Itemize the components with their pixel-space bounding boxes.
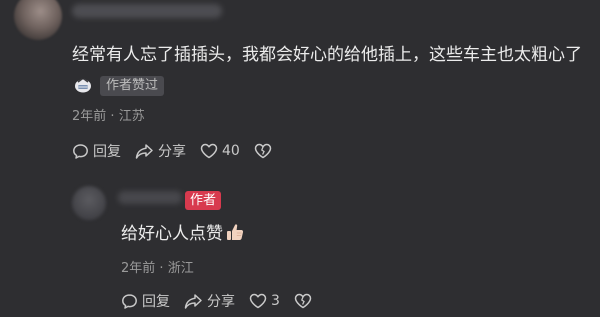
comment-actions: 回复 分享 40 [72,141,290,161]
share-arrow-icon [184,293,202,309]
share-arrow-icon [135,143,153,159]
grin-face-icon [74,73,92,93]
comment-location: 江苏 [118,109,145,124]
comment-time: 2年前 [72,109,107,124]
author-badge: 作者 [185,191,222,210]
thumbs-up-icon [225,222,245,242]
share-button[interactable]: 分享 [135,141,186,161]
reply-bubble-icon [122,293,137,309]
reply-label: 回复 [142,294,170,310]
reply-bubble-icon [73,143,88,159]
reply-text: 给好心人点赞 [121,224,223,244]
avatar[interactable] [14,0,62,40]
share-label: 分享 [158,144,186,160]
broken-heart-icon [294,293,312,309]
reply-button[interactable]: 回复 [121,291,170,311]
reply-time: 2年前 [121,261,156,276]
dislike-button[interactable] [294,293,316,309]
dislike-button[interactable] [254,143,276,159]
reply-location: 浙江 [167,261,194,276]
meta-dot: · [159,261,168,276]
like-count: 3 [271,293,280,309]
reply-avatar[interactable] [72,186,106,220]
comment-body: 经常有人忘了插插头，我都会好心的给他插上，这些车主也太粗心了作者赞过 [72,40,600,102]
share-button[interactable]: 分享 [184,291,235,311]
like-count: 40 [222,143,240,159]
like-button[interactable]: 3 [249,293,280,309]
like-button[interactable]: 40 [200,143,240,159]
heart-icon [200,143,218,159]
reply-meta: 2年前 · 浙江 [121,257,194,276]
reply-username-blurred[interactable] [118,191,182,204]
meta-dot: · [110,109,119,124]
share-label: 分享 [207,294,235,310]
broken-heart-icon [254,143,272,159]
reply-label: 回复 [93,144,121,160]
comment-meta: 2年前 · 江苏 [72,105,145,124]
reply-actions: 回复 分享 3 [121,291,330,311]
heart-icon [249,293,267,309]
reply-button[interactable]: 回复 [72,141,121,161]
reply-body: 给好心人点赞 [121,221,245,247]
comment-text: 经常有人忘了插插头，我都会好心的给他插上，这些车主也太粗心了 [72,45,582,65]
username-blurred[interactable] [72,4,222,18]
author-liked-badge: 作者赞过 [100,76,165,96]
